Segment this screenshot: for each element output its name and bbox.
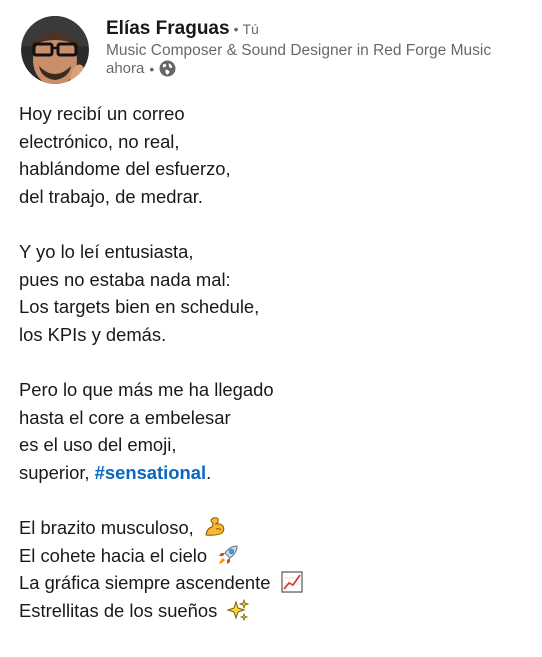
- post-line: superior, #sensational.: [19, 459, 519, 487]
- post-line-text: superior,: [19, 461, 95, 483]
- avatar[interactable]: [21, 16, 89, 84]
- post-line: del trabajo, de medrar.: [19, 185, 204, 207]
- post-line: Pero lo que más me ha llegado: [19, 378, 274, 400]
- post-line: hasta el core a embelesar: [19, 406, 231, 428]
- post-line: La gráfica siempre ascendente: [19, 569, 519, 597]
- post-body: Hoy recibí un correo electrónico, no rea…: [19, 100, 519, 624]
- connection-degree: Tú: [242, 21, 259, 37]
- flexed-biceps-icon: [205, 517, 225, 536]
- post-line: es el uso del emoji,: [19, 434, 177, 456]
- author-headline: Music Composer & Sound Designer in Red F…: [106, 42, 492, 59]
- post-line-text: El brazito musculoso,: [19, 516, 194, 538]
- post-line: pues no estaba nada mal:: [19, 268, 231, 290]
- separator-dot: •: [149, 60, 155, 77]
- post-line-text: .: [206, 461, 212, 483]
- sparkles-icon: [226, 598, 250, 621]
- post-time-row: ahora •: [106, 60, 536, 77]
- post-line: hablándome del esfuerzo,: [19, 158, 231, 180]
- rocket-icon: [219, 544, 238, 564]
- globe-icon: [159, 60, 176, 77]
- post-line: Hoy recibí un correo: [19, 103, 185, 124]
- post-line: El cohete hacia el cielo: [19, 542, 519, 570]
- post-line: Los targets bien en schedule,: [19, 296, 260, 318]
- post-timestamp: ahora: [106, 60, 145, 77]
- author-name[interactable]: Elías Fraguas: [106, 18, 230, 40]
- post-line: los KPIs y demás.: [19, 323, 167, 345]
- post-line: electrónico, no real,: [19, 130, 180, 152]
- name-row: Elías Fraguas • Tú: [106, 18, 536, 40]
- separator-dot: •: [233, 21, 239, 37]
- post-meta: Elías Fraguas • Tú Music Composer & Soun…: [106, 18, 536, 77]
- post-line: Estrellitas de los sueños: [19, 597, 519, 625]
- hashtag-link[interactable]: #sensational: [95, 462, 206, 483]
- feed-post: Elías Fraguas • Tú Music Composer & Soun…: [0, 0, 542, 657]
- post-line: El brazito musculoso,: [19, 514, 519, 542]
- post-line-text: El cohete hacia el cielo: [19, 544, 208, 566]
- chart-increasing-icon: [281, 571, 303, 593]
- post-line-text: Estrellitas de los sueños: [19, 599, 218, 621]
- post-line: Y yo lo leí entusiasta,: [19, 240, 194, 262]
- post-line-text: La gráfica siempre ascendente: [19, 572, 271, 594]
